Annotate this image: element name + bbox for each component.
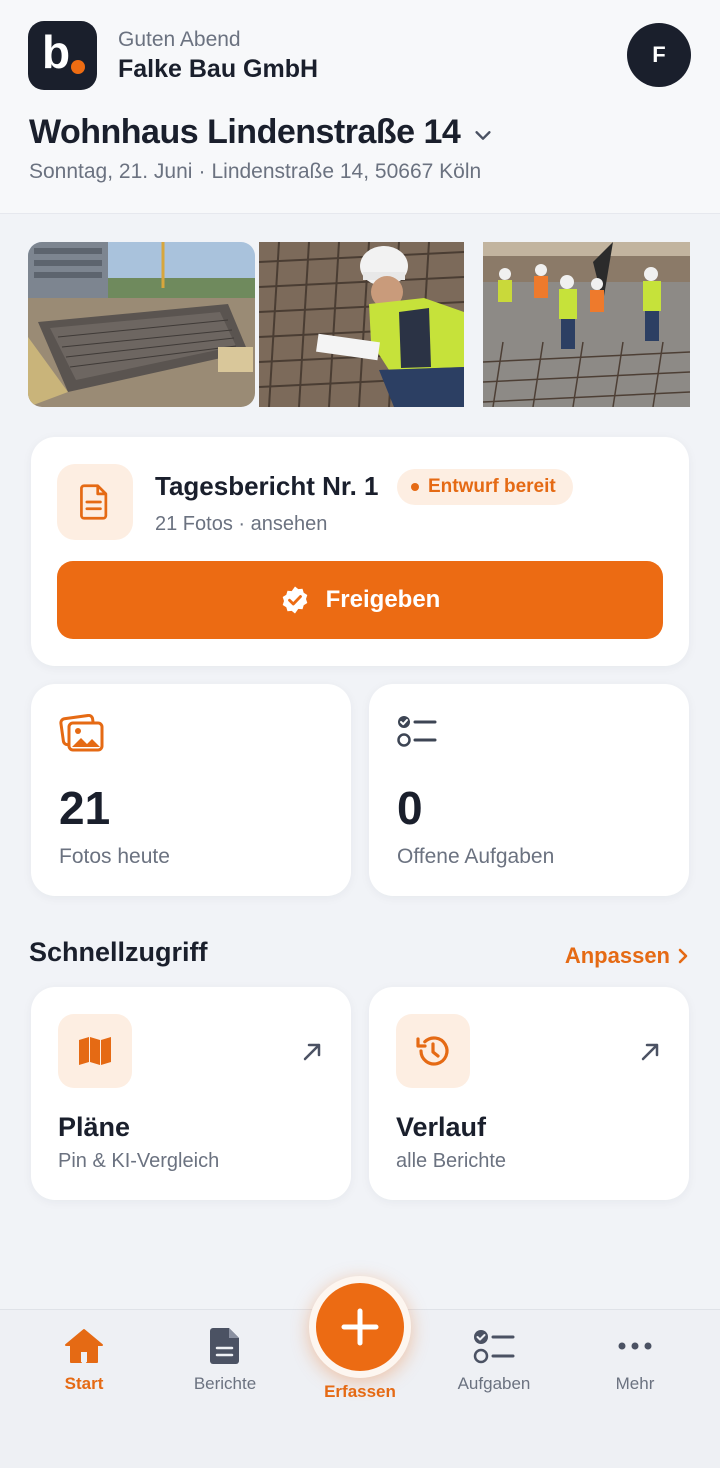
photos-count: 21	[59, 782, 111, 834]
approve-button-label: Freigeben	[325, 586, 441, 613]
quick-plans-card[interactable]: Pläne Pin & KI-Vergleich	[31, 987, 351, 1200]
logo-dot	[71, 60, 85, 74]
map-icon	[58, 1014, 132, 1088]
company-name: Falke Bau GmbH	[118, 55, 319, 83]
plus-icon	[341, 1308, 379, 1346]
quick-history-title: Verlauf	[396, 1112, 487, 1142]
nav-tasks[interactable]: Aufgaben	[444, 1326, 544, 1394]
chevron-right-icon	[678, 948, 688, 964]
capture-button[interactable]	[309, 1276, 411, 1378]
construction-site-foundation-photo[interactable]	[28, 242, 255, 407]
photos-label: Fotos heute	[59, 845, 170, 868]
arrow-up-right-icon	[641, 1043, 659, 1061]
nav-tasks-label: Aufgaben	[457, 1374, 531, 1393]
home-icon	[65, 1329, 103, 1363]
verified-badge-icon	[282, 586, 307, 614]
tasks-count: 0	[397, 782, 423, 834]
project-selector[interactable]: Wohnhaus Lindenstraße 14	[29, 110, 494, 154]
separator: ·	[198, 160, 206, 183]
nav-start-label: Start	[64, 1374, 104, 1393]
customize-label: Anpassen	[564, 943, 670, 968]
nav-more[interactable]: Mehr	[585, 1326, 685, 1394]
capture-label: Erfassen	[324, 1382, 396, 1401]
task-list-icon	[397, 716, 437, 747]
tasks-label: Offene Aufgaben	[397, 845, 555, 868]
photos-icon	[59, 714, 104, 752]
daily-report-card[interactable]: Tagesbericht Nr. 1 Entwurf bereit 21 Fot…	[31, 437, 689, 666]
more-dots-icon	[618, 1342, 652, 1350]
chevron-down-icon	[475, 131, 491, 140]
project-date: Sonntag, 21. Juni	[29, 160, 193, 183]
greeting-text: Guten Abend	[118, 28, 241, 51]
nav-more-label: Mehr	[615, 1374, 655, 1393]
logo-letter: b	[42, 26, 71, 78]
document-icon	[57, 464, 133, 540]
project-subtitle: Sonntag, 21. Juni · Lindenstraße 14, 50667…	[29, 159, 481, 185]
report-title: Tagesbericht Nr. 1	[155, 471, 379, 501]
approve-button[interactable]: Freigeben	[57, 561, 663, 639]
quick-plans-title: Pläne	[58, 1112, 131, 1142]
task-list-icon	[473, 1330, 515, 1364]
arrow-up-right-icon	[303, 1043, 321, 1061]
nav-start[interactable]: Start	[34, 1326, 134, 1394]
status-badge-label: Entwurf bereit	[428, 476, 556, 497]
avatar[interactable]: F	[627, 23, 691, 87]
quick-access-title: Schnellzugriff	[29, 937, 208, 967]
report-subtitle-link[interactable]: 21 Fotos · ansehen	[155, 512, 327, 536]
status-badge: Entwurf bereit	[397, 469, 573, 505]
project-title: Wohnhaus Lindenstraße 14	[29, 113, 461, 151]
open-tasks-card[interactable]: 0 Offene Aufgaben	[369, 684, 689, 896]
status-dot	[411, 483, 419, 491]
header-area: b Guten Abend Falke Bau GmbH F Wohnhaus …	[0, 0, 720, 214]
project-address: Lindenstraße 14, 50667 Köln	[211, 160, 482, 183]
quick-plans-subtitle: Pin & KI-Vergleich	[58, 1150, 220, 1172]
worker-inspecting-rebar-photo[interactable]	[259, 242, 464, 407]
customize-link[interactable]: Anpassen	[565, 943, 690, 969]
photo-strip	[28, 242, 690, 407]
photos-today-card[interactable]: 21 Fotos heute	[31, 684, 351, 896]
document-icon	[210, 1328, 239, 1364]
history-icon	[396, 1014, 470, 1088]
quick-history-subtitle: alle Berichte	[396, 1150, 507, 1172]
workers-pouring-concrete-photo[interactable]	[483, 242, 690, 407]
nav-reports[interactable]: Berichte	[175, 1326, 275, 1394]
quick-history-card[interactable]: Verlauf alle Berichte	[369, 987, 689, 1200]
app-logo: b	[28, 21, 97, 90]
nav-reports-label: Berichte	[193, 1374, 257, 1393]
